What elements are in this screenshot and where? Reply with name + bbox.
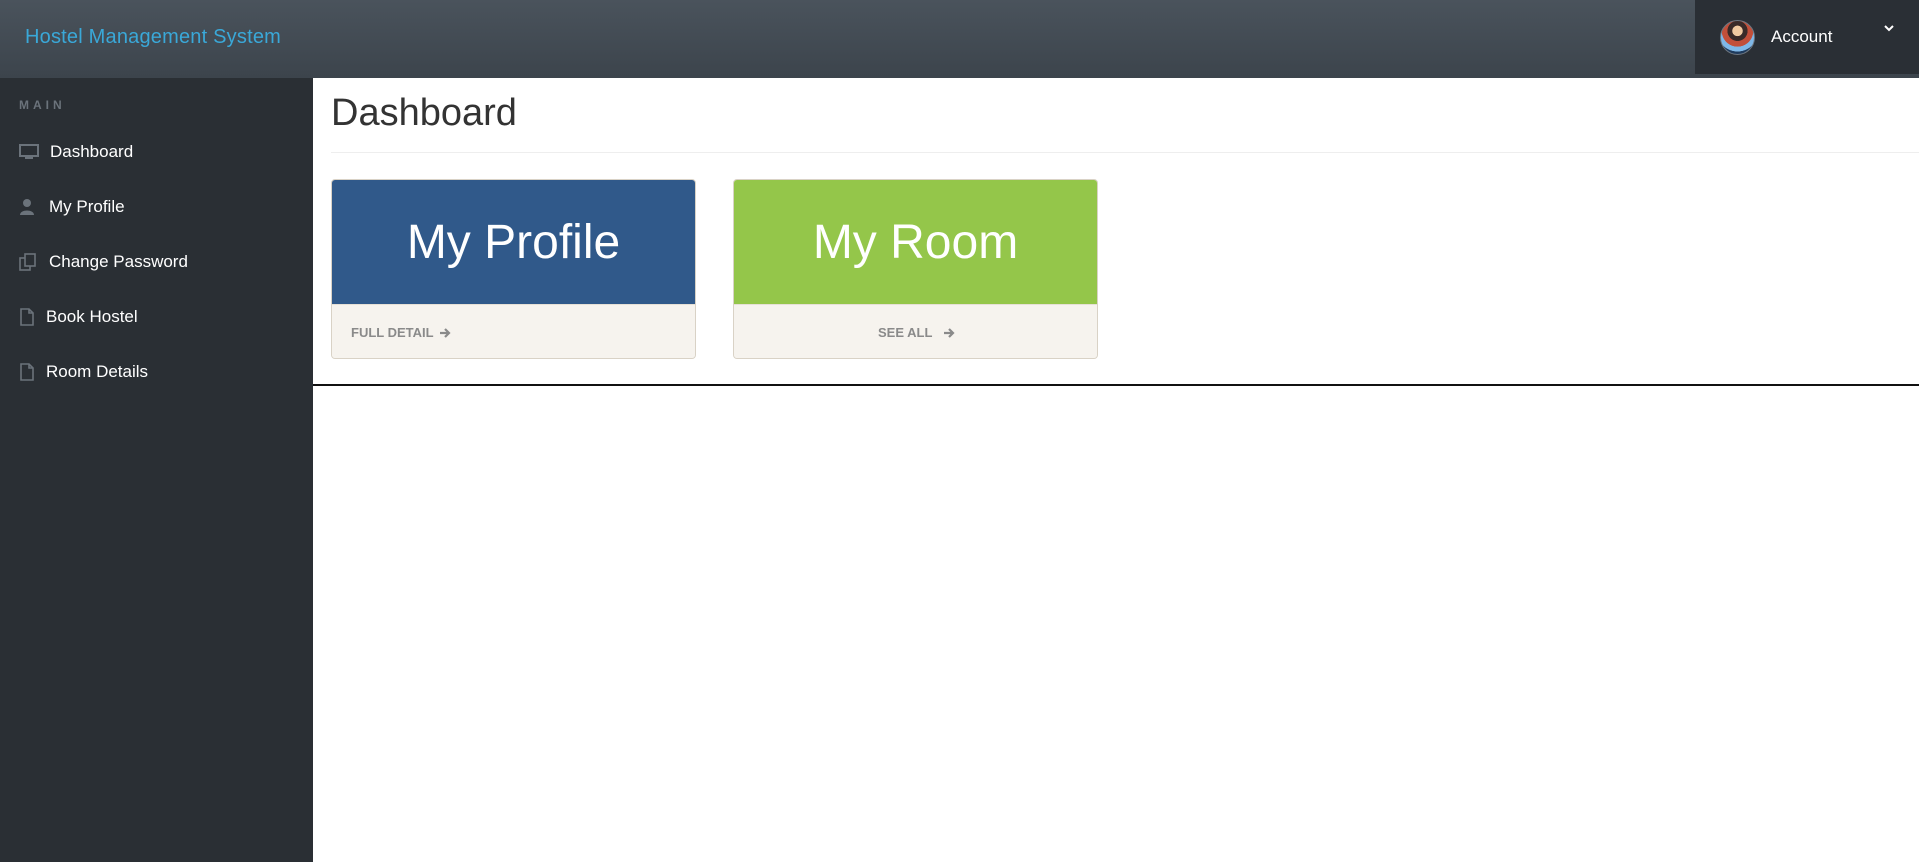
card-link-label: SEE ALL: [878, 325, 933, 340]
sidebar-item-my-profile[interactable]: My Profile: [0, 185, 313, 229]
title-divider: [331, 152, 1919, 153]
sidebar-item-label: Dashboard: [50, 142, 134, 161]
my-profile-card: My Profile FULL DETAIL: [331, 179, 696, 359]
sidebar-item-book-hostel[interactable]: Book Hostel: [0, 295, 313, 339]
top-navbar: Hostel Management System Account: [0, 0, 1919, 78]
user-icon: [20, 199, 34, 215]
card-link-label: FULL DETAIL: [351, 325, 434, 340]
account-label: Account: [1771, 27, 1833, 46]
sidebar-section-label: MAIN: [19, 98, 66, 112]
content-divider: [313, 384, 1919, 386]
card-title: My Profile: [332, 180, 695, 304]
arrow-right-icon: [439, 327, 451, 338]
see-all-link[interactable]: SEE ALL: [734, 304, 1097, 358]
my-room-card: My Room SEE ALL: [733, 179, 1098, 359]
sidebar-item-label: Room Details: [46, 362, 149, 381]
chevron-down-icon: [1884, 25, 1894, 32]
account-dropdown[interactable]: Account: [1695, 0, 1919, 74]
file-icon: [20, 363, 34, 381]
sidebar-item-room-details[interactable]: Room Details: [0, 350, 313, 394]
desktop-icon: [19, 144, 39, 159]
file-icon: [20, 308, 34, 326]
avatar: [1720, 20, 1755, 55]
files-icon: [19, 253, 36, 271]
sidebar-item-dashboard[interactable]: Dashboard: [0, 130, 313, 174]
full-detail-link[interactable]: FULL DETAIL: [332, 304, 695, 358]
sidebar-item-label: Book Hostel: [46, 307, 138, 326]
sidebar: MAIN Dashboard My Profile Change Passwor…: [0, 78, 313, 862]
main-content: Dashboard My Profile FULL DETAIL My Room…: [313, 78, 1919, 384]
card-title: My Room: [734, 180, 1097, 304]
sidebar-item-label: Change Password: [49, 252, 188, 271]
sidebar-item-label: My Profile: [49, 197, 125, 216]
app-brand-link[interactable]: Hostel Management System: [25, 26, 281, 49]
arrow-right-icon: [944, 327, 955, 338]
page-title: Dashboard: [331, 92, 517, 134]
sidebar-item-change-password[interactable]: Change Password: [0, 240, 313, 284]
